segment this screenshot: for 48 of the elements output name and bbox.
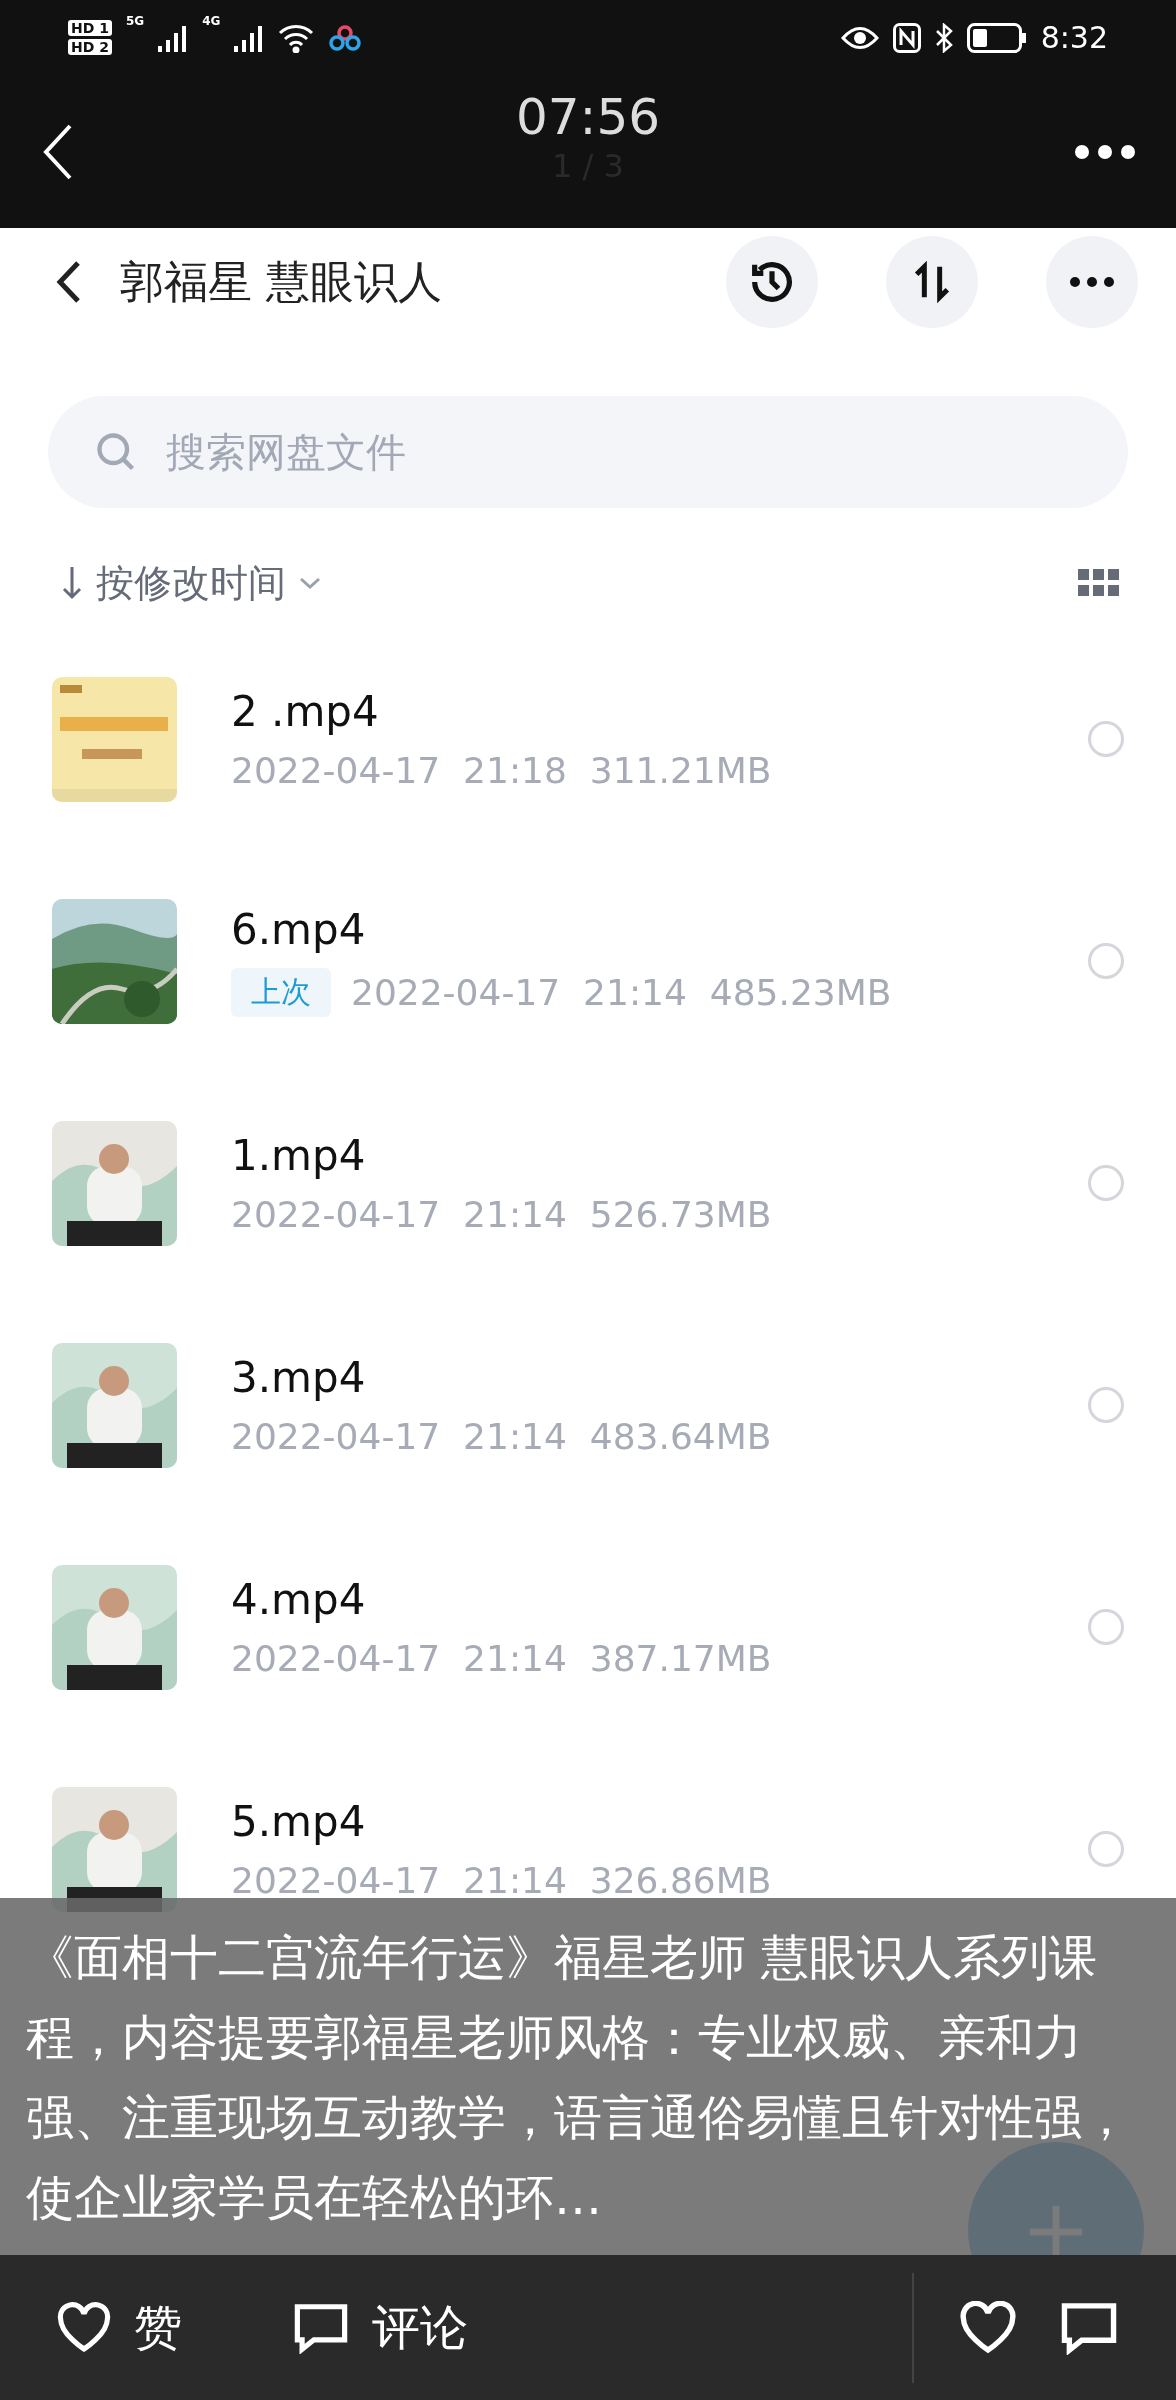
sim-indicator: HD 1: [68, 20, 112, 36]
more-button[interactable]: [1074, 143, 1136, 160]
clock: 8:32: [1040, 20, 1108, 55]
more-icon: [1069, 276, 1115, 288]
file-meta: 2022-04-17 21:14 485.23MB: [351, 972, 892, 1013]
network-label: 4G: [202, 14, 221, 28]
file-meta: 2022-04-17 21:18 311.21MB: [231, 750, 772, 791]
file-name[interactable]: 6.mp4: [231, 905, 1034, 954]
sim-indicator: HD 2: [68, 39, 112, 55]
nfc-icon: [892, 22, 921, 53]
search-field[interactable]: 搜索网盘文件: [48, 396, 1128, 508]
signal-icon: [158, 23, 189, 52]
file-name[interactable]: 3.mp4: [231, 1353, 1034, 1402]
eye-icon: [840, 24, 879, 51]
arrow-down-icon: [60, 565, 84, 601]
signal-icon: [234, 23, 265, 52]
file-meta: 2022-04-17 21:14 326.86MB: [231, 1860, 772, 1901]
select-radio[interactable]: [1088, 943, 1124, 979]
comment-button[interactable]: 评论: [292, 2295, 468, 2360]
select-radio[interactable]: [1088, 1831, 1124, 1867]
grid-view-button[interactable]: [1078, 569, 1120, 597]
like-button[interactable]: [958, 2300, 1018, 2355]
select-radio[interactable]: [1088, 721, 1124, 757]
back-button[interactable]: [56, 259, 82, 305]
file-name[interactable]: 2 .mp4: [231, 687, 1034, 736]
chevron-down-icon: [298, 576, 322, 590]
folder-title: 郭福星 慧眼识人: [120, 254, 443, 309]
select-radio[interactable]: [1088, 1387, 1124, 1423]
bluetooth-icon: [934, 22, 953, 53]
network-label: 5G: [125, 14, 145, 28]
heart-icon: [56, 2301, 112, 2354]
file-name[interactable]: 5.mp4: [231, 1797, 1034, 1846]
sort-dropdown[interactable]: 按修改时间: [96, 557, 286, 609]
select-radio[interactable]: [1088, 1609, 1124, 1645]
file-meta: 2022-04-17 21:14 483.64MB: [231, 1416, 772, 1457]
comment-icon: [292, 2301, 350, 2354]
file-name[interactable]: 4.mp4: [231, 1575, 1034, 1624]
video-time: 07:56: [515, 87, 661, 147]
last-played-tag: 上次: [231, 968, 331, 1017]
cloud-app-icon: [328, 23, 363, 52]
wifi-icon: [278, 22, 315, 53]
file-meta: 2022-04-17 21:14 387.17MB: [231, 1638, 772, 1679]
battery-icon: [966, 22, 1027, 53]
like-button[interactable]: 赞: [56, 2295, 182, 2360]
select-radio[interactable]: [1088, 1165, 1124, 1201]
file-meta: 2022-04-17 21:14 526.73MB: [231, 1194, 772, 1235]
video-caption: 《面相十二宫流年行运》福星老师 慧眼识人系列课程，内容提要郭福星老师风格：专业权威、亲和力强、注重现场互动教学，语言通俗易懂且针对性强，使企业家学员在轻松的环…: [26, 1927, 1131, 2227]
file-name[interactable]: 1.mp4: [231, 1131, 1034, 1180]
